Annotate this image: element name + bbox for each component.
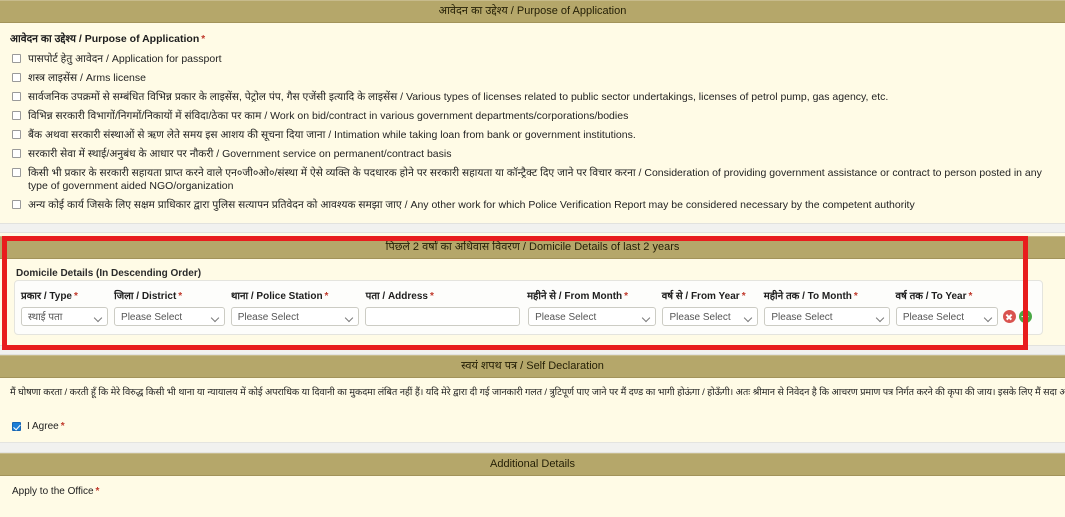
self-declaration-body: मैं घोषणा करता / करती हूँ कि मेरे विरुद्… bbox=[0, 378, 1065, 442]
to-year-select[interactable]: Please Select bbox=[895, 307, 998, 326]
purpose-option-label: सार्वजनिक उपक्रमों से सम्बंधित विभिन्न प… bbox=[28, 91, 889, 103]
declaration-text: मैं घोषणा करता / करती हूँ कि मेरे विरुद्… bbox=[10, 387, 1065, 398]
purpose-option-label: पासपोर्ट हेतु आवेदन / Application for pa… bbox=[28, 53, 222, 65]
purpose-option-label: अन्य कोई कार्य जिसके लिए सक्षम प्राधिकार… bbox=[28, 199, 915, 211]
apply-to-office-text: Apply to the Office bbox=[12, 486, 94, 497]
add-circle-icon[interactable] bbox=[1018, 310, 1032, 323]
purpose-option-government-contract-work[interactable]: विभिन्न सरकारी विभागों/निगमों/निकायों मे… bbox=[0, 107, 1065, 126]
agree-label: I Agree bbox=[27, 421, 59, 432]
row-actions bbox=[1002, 310, 1042, 323]
required-asterisk: * bbox=[624, 291, 629, 302]
checkbox-i-agree[interactable] bbox=[12, 422, 21, 431]
domicile-table-row: स्थाई पता Please Select Please Select Pl… bbox=[15, 305, 1042, 326]
column-header-text: वर्ष तक / To Year bbox=[895, 291, 967, 302]
checkbox-passport[interactable] bbox=[12, 54, 21, 63]
section-divider bbox=[0, 223, 1065, 233]
section-divider bbox=[0, 345, 1065, 355]
additional-details-body: Apply to the Office * bbox=[0, 476, 1065, 497]
checkbox-arms-license[interactable] bbox=[12, 73, 21, 82]
additional-details-header: Additional Details bbox=[0, 453, 1065, 476]
column-header-type: प्रकार / Type * bbox=[21, 288, 108, 302]
police-station-select[interactable]: Please Select bbox=[230, 307, 360, 326]
purpose-field-label: आवेदन का उद्देश्य / Purpose of Applicati… bbox=[0, 23, 1065, 50]
domicile-section-header: पिछले 2 वर्षों का अधिवास विवरण / Domicil… bbox=[0, 236, 1065, 259]
purpose-option-arms-license[interactable]: शस्त्र लाइसेंस / Arms license bbox=[0, 69, 1065, 88]
to-month-select[interactable]: Please Select bbox=[764, 307, 890, 326]
purpose-option-label: बैंक अथवा सरकारी संस्थाओं से ऋण लेते समय… bbox=[28, 129, 636, 141]
checkbox-bank-loan-intimation[interactable] bbox=[12, 130, 21, 139]
checkbox-government-service[interactable] bbox=[12, 149, 21, 158]
address-input[interactable] bbox=[365, 307, 521, 326]
from-year-select[interactable]: Please Select bbox=[662, 307, 759, 326]
column-header-to-year: वर्ष तक / To Year * bbox=[895, 288, 997, 302]
domicile-section-body: Domicile Details (In Descending Order) प… bbox=[0, 259, 1065, 345]
type-select[interactable]: स्थाई पता bbox=[21, 307, 109, 326]
additional-details-section: Additional Details Apply to the Office * bbox=[0, 453, 1065, 497]
remove-circle-icon[interactable] bbox=[1002, 310, 1016, 323]
required-asterisk: * bbox=[741, 291, 746, 302]
required-asterisk: * bbox=[324, 291, 329, 302]
agree-row[interactable]: I Agree * bbox=[0, 399, 1065, 442]
purpose-option-label: किसी भी प्रकार के सरकारी सहायता प्राप्त … bbox=[28, 167, 1042, 192]
purpose-option-bank-loan-intimation[interactable]: बैंक अथवा सरकारी संस्थाओं से ऋण लेते समय… bbox=[0, 126, 1065, 145]
required-asterisk: * bbox=[73, 291, 78, 302]
purpose-option-ngo-assistance[interactable]: किसी भी प्रकार के सरकारी सहायता प्राप्त … bbox=[0, 164, 1065, 196]
column-header-address: पता / Address * bbox=[366, 288, 519, 302]
column-header-text: वर्ष से / From Year bbox=[661, 291, 740, 302]
district-select[interactable]: Please Select bbox=[114, 307, 225, 326]
domicile-table: प्रकार / Type * जिला / District * थाना / P… bbox=[14, 280, 1043, 335]
purpose-option-passport[interactable]: पासपोर्ट हेतु आवेदन / Application for pa… bbox=[0, 50, 1065, 69]
required-asterisk: * bbox=[968, 291, 973, 302]
purpose-section-body: आवेदन का उद्देश्य / Purpose of Applicati… bbox=[0, 23, 1065, 223]
purpose-option-public-sector-licenses[interactable]: सार्वजनिक उपक्रमों से सम्बंधित विभिन्न प… bbox=[0, 88, 1065, 107]
purpose-option-label: सरकारी सेवा में स्थाई/अनुबंध के आधार पर … bbox=[28, 148, 452, 160]
domicile-fieldset-title: Domicile Details (In Descending Order) bbox=[16, 268, 202, 279]
checkbox-other-work[interactable] bbox=[12, 200, 21, 209]
purpose-option-government-service[interactable]: सरकारी सेवा में स्थाई/अनुबंध के आधार पर … bbox=[0, 145, 1065, 164]
apply-to-office-label: Apply to the Office * bbox=[0, 482, 1065, 497]
purpose-field-label-text: आवेदन का उद्देश्य / Purpose of Applicati… bbox=[10, 33, 200, 45]
column-header-district: जिला / District * bbox=[114, 288, 225, 302]
domicile-details-section: पिछले 2 वर्षों का अधिवास विवरण / Domicil… bbox=[0, 236, 1065, 350]
required-asterisk: * bbox=[95, 486, 100, 497]
self-declaration-section: स्वयं शपथ पत्र / Self Declaration मैं घो… bbox=[0, 355, 1065, 442]
purpose-option-label: विभिन्न सरकारी विभागों/निगमों/निकायों मे… bbox=[28, 110, 629, 122]
column-header-from-month: महीने से / From Month * bbox=[527, 288, 656, 302]
column-header-text: जिला / District bbox=[114, 291, 177, 302]
domicile-table-header: प्रकार / Type * जिला / District * थाना / P… bbox=[15, 286, 1042, 305]
purpose-option-other-work[interactable]: अन्य कोई कार्य जिसके लिए सक्षम प्राधिकार… bbox=[0, 196, 1065, 215]
column-header-to-month: महीने तक / To Month * bbox=[764, 288, 890, 302]
checkbox-ngo-assistance[interactable] bbox=[12, 168, 21, 177]
required-asterisk: * bbox=[853, 291, 858, 302]
column-header-from-year: वर्ष से / From Year * bbox=[662, 288, 758, 302]
column-header-police-station: थाना / Police Station * bbox=[231, 288, 360, 302]
column-header-text: पता / Address bbox=[365, 291, 428, 302]
required-asterisk: * bbox=[178, 291, 183, 302]
self-declaration-header: स्वयं शपथ पत्र / Self Declaration bbox=[0, 355, 1065, 378]
purpose-option-label: शस्त्र लाइसेंस / Arms license bbox=[28, 72, 146, 84]
column-header-text: थाना / Police Station bbox=[230, 291, 323, 302]
column-header-text: महीने से / From Month bbox=[527, 291, 623, 302]
column-header-text: महीने तक / To Month bbox=[763, 291, 852, 302]
purpose-section-header: आवेदन का उद्देश्य / Purpose of Applicati… bbox=[0, 0, 1065, 23]
required-asterisk: * bbox=[429, 291, 434, 302]
required-asterisk: * bbox=[60, 421, 65, 432]
from-month-select[interactable]: Please Select bbox=[528, 307, 657, 326]
section-divider bbox=[0, 442, 1065, 453]
required-asterisk: * bbox=[201, 34, 206, 45]
checkbox-public-sector-licenses[interactable] bbox=[12, 92, 21, 101]
checkbox-government-contract-work[interactable] bbox=[12, 111, 21, 120]
column-header-text: प्रकार / Type bbox=[21, 291, 72, 302]
purpose-of-application-section: आवेदन का उद्देश्य / Purpose of Applicati… bbox=[0, 0, 1065, 223]
